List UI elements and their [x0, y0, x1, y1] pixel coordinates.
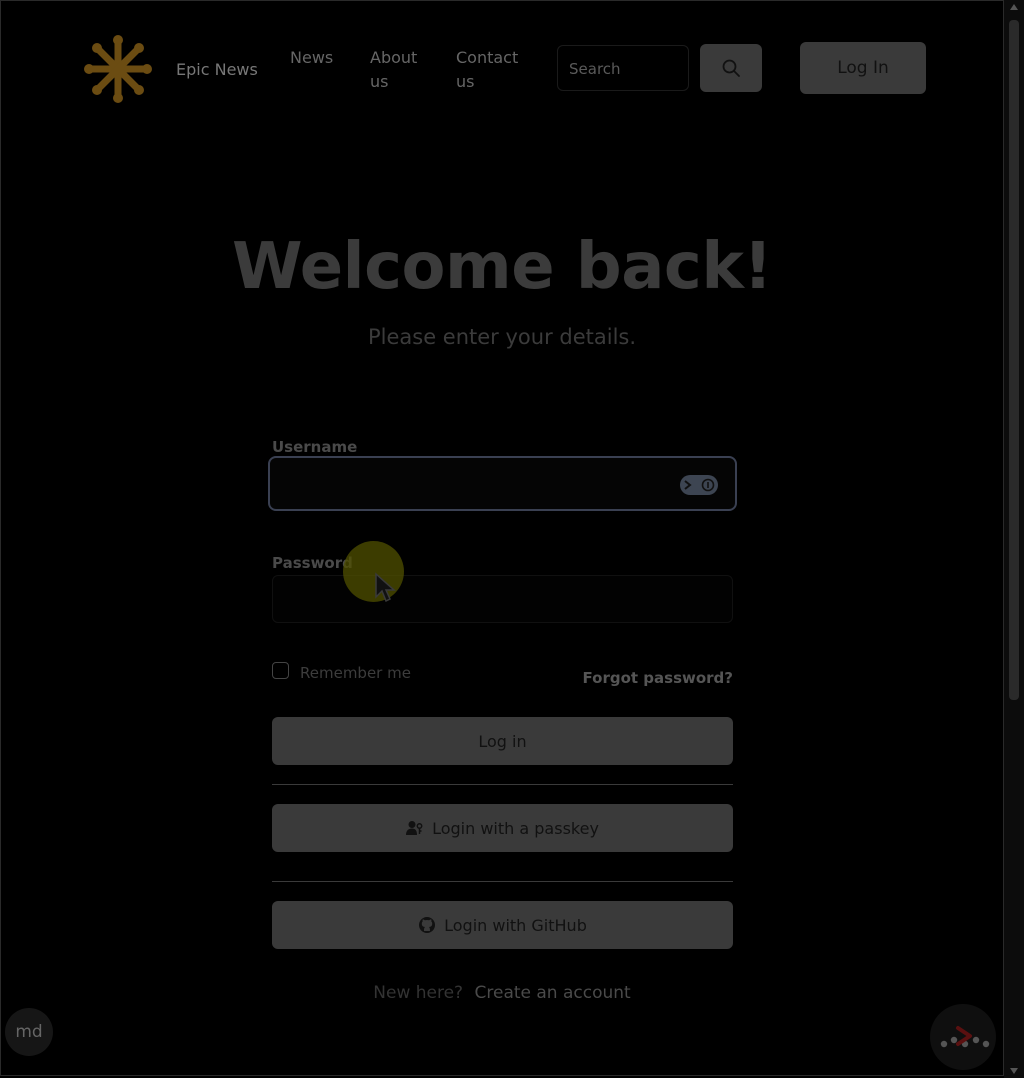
theme-toggle-button[interactable]: md	[5, 1008, 53, 1056]
brand-name[interactable]: Epic News	[176, 60, 258, 79]
devtools-button[interactable]	[930, 1004, 996, 1070]
signup-prompt: New here?	[373, 983, 464, 1003]
search-icon	[722, 59, 740, 77]
username-label: Username	[272, 438, 358, 456]
page-scrollbar[interactable]	[1004, 0, 1024, 1078]
scroll-up-icon[interactable]	[1010, 4, 1018, 10]
search-input[interactable]: Search	[557, 45, 689, 91]
search-button[interactable]	[700, 44, 762, 92]
remember-me-label[interactable]: Remember me	[300, 664, 411, 682]
passkey-button-label: Login with a passkey	[432, 818, 599, 838]
remember-me-checkbox[interactable]	[272, 662, 289, 679]
mouse-cursor-icon	[374, 572, 396, 608]
login-button-label: Log in	[478, 731, 527, 751]
password-input[interactable]	[272, 575, 733, 623]
header-login-button[interactable]: Log In	[800, 42, 926, 94]
page-subtitle: Please enter your details.	[367, 325, 637, 349]
nav-about-us[interactable]: About us	[370, 46, 425, 94]
scroll-down-icon[interactable]	[1010, 1068, 1018, 1074]
scroll-thumb[interactable]	[1009, 20, 1019, 700]
divider	[272, 784, 733, 785]
password-label: Password	[272, 554, 353, 572]
login-button[interactable]: Log in	[272, 717, 733, 765]
password-manager-icon[interactable]	[680, 475, 718, 495]
epic-logo-icon[interactable]	[82, 33, 154, 105]
github-icon	[419, 917, 436, 933]
page-title: Welcome back!	[231, 230, 773, 304]
nav-contact-us[interactable]: Contact us	[456, 46, 522, 94]
nav-news[interactable]: News	[290, 46, 340, 70]
devtools-icon	[940, 1026, 990, 1048]
create-account-link[interactable]: Create an account	[475, 983, 631, 1003]
signup-row: New here? Create an account	[0, 983, 1004, 1003]
divider	[272, 881, 733, 882]
passkey-login-button[interactable]: Login with a passkey	[272, 804, 733, 852]
username-input[interactable]	[268, 456, 737, 511]
github-button-label: Login with GitHub	[444, 915, 587, 935]
github-login-button[interactable]: Login with GitHub	[272, 901, 733, 949]
passkey-icon	[406, 821, 423, 835]
forgot-password-link[interactable]: Forgot password?	[583, 669, 734, 687]
